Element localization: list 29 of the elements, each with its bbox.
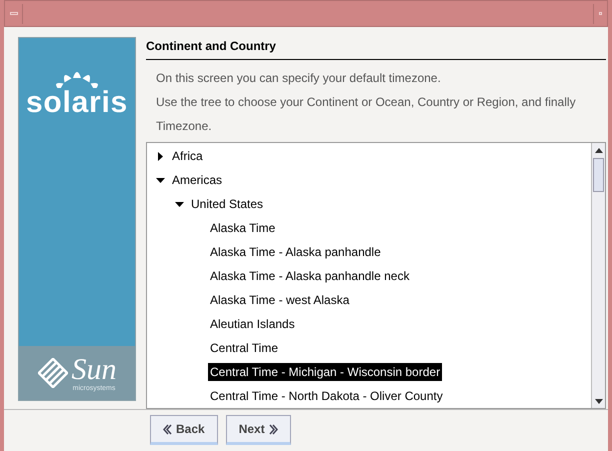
chevron-left-icon [163, 424, 172, 434]
chevron-right-icon [268, 424, 278, 434]
tree-item[interactable]: Central Time [208, 339, 280, 357]
description-text: Use the tree to choose your Continent or Ocean, Country or Region, and finally Timezone. [156, 94, 577, 135]
description-text: On this screen you can specify your default timezone. [156, 70, 442, 87]
scroll-down-icon[interactable] [594, 398, 602, 404]
tree-item[interactable]: United States [189, 195, 266, 213]
scroll-up-icon[interactable] [594, 148, 602, 152]
tree-item[interactable]: Central Time - North Dakota - Oliver County [208, 387, 445, 405]
tree-item[interactable]: Alaska Time - Alaska panhandle neck [208, 267, 412, 285]
tree-item[interactable]: Alaska Time [208, 219, 278, 237]
tree-item[interactable]: Africa [170, 147, 205, 165]
expanded-arrow-icon[interactable] [156, 176, 165, 184]
logo-text: Sun [72, 354, 116, 384]
tree-item[interactable]: Aleutian Islands [208, 315, 297, 333]
tree-item[interactable]: Central Time - Michigan - Wisconsin border [208, 363, 442, 381]
logo-text: solaris [26, 88, 128, 118]
scroll-thumb[interactable] [593, 158, 604, 192]
section-heading: Continent and Country [146, 37, 606, 60]
diamond-logo-icon [38, 358, 68, 388]
timezone-tree[interactable] [146, 142, 606, 409]
next-button[interactable]: Next [226, 415, 291, 445]
tree-item[interactable]: Alaska Time - Alaska panhandle [208, 243, 383, 261]
scrollbar[interactable] [591, 143, 605, 408]
back-button[interactable]: Back [150, 415, 218, 445]
collapsed-arrow-icon[interactable] [156, 152, 165, 160]
expanded-arrow-icon[interactable] [175, 200, 184, 208]
tree-item[interactable]: Alaska Time - west Alaska [208, 291, 352, 309]
tree-item[interactable]: Americas [170, 171, 224, 189]
